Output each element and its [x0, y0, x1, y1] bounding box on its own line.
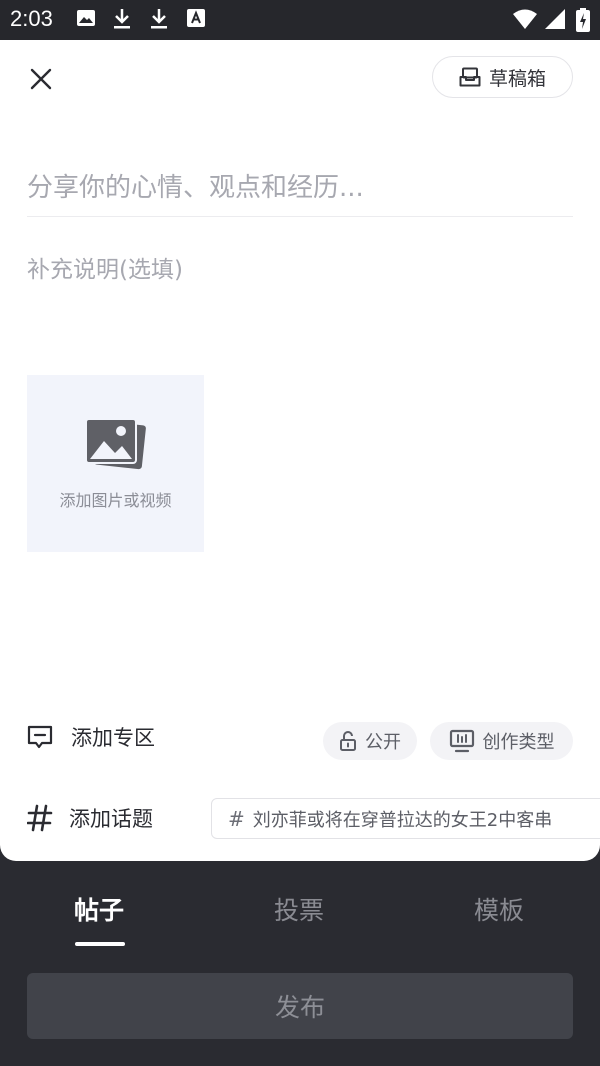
add-zone-label: 添加专区 — [71, 726, 155, 750]
download-icon — [114, 9, 130, 29]
topic-suggestion-text: 刘亦菲或将在穿普拉达的女王2中客串 — [252, 809, 553, 831]
font-icon — [187, 9, 205, 27]
add-image-icon — [84, 418, 146, 470]
add-topic-row[interactable]: 添加话题 — [27, 803, 153, 833]
title-input[interactable] — [27, 158, 573, 218]
add-media-button[interactable]: 添加图片或视频 — [27, 375, 204, 552]
publish-button[interactable]: 发布 — [27, 973, 573, 1039]
description-input[interactable] — [27, 248, 573, 292]
topic-hash-icon: # — [228, 806, 245, 831]
active-tab-indicator — [75, 942, 125, 946]
close-icon — [30, 68, 52, 90]
signal-icon — [545, 9, 565, 29]
status-bar: 2:03 — [0, 0, 600, 40]
drafts-button[interactable]: 草稿箱 — [432, 56, 573, 98]
battery-charging-icon — [576, 8, 590, 32]
add-topic-label: 添加话题 — [69, 807, 153, 831]
monitor-icon — [449, 729, 474, 753]
title-divider — [27, 216, 573, 217]
post-type-tabs: 帖子 投票 模板 — [0, 861, 600, 961]
topic-suggestion-chip[interactable]: # 刘亦菲或将在穿普拉达的女王2中客串 — [211, 798, 600, 839]
tab-vote[interactable]: 投票 — [274, 891, 324, 927]
editor-sheet: 草稿箱 添加图片或视频 添加专区 公开 创 — [0, 40, 600, 861]
download-icon — [151, 9, 167, 29]
visibility-public-chip[interactable]: 公开 — [323, 722, 417, 760]
tab-post[interactable]: 帖子 — [74, 891, 124, 927]
status-time: 2:03 — [10, 6, 53, 31]
close-button[interactable] — [22, 60, 60, 98]
wifi-icon — [513, 9, 537, 29]
hashtag-icon — [27, 804, 53, 832]
zone-chat-icon — [27, 725, 53, 749]
drafts-label: 草稿箱 — [488, 67, 546, 90]
image-icon — [77, 10, 95, 26]
tab-template[interactable]: 模板 — [474, 891, 524, 927]
add-zone-row[interactable]: 添加专区 — [27, 722, 155, 752]
creation-type-chip[interactable]: 创作类型 — [430, 722, 573, 760]
drafts-box-icon — [459, 67, 481, 87]
add-media-label: 添加图片或视频 — [59, 491, 172, 510]
publish-label: 发布 — [274, 993, 325, 1022]
unlock-icon — [340, 731, 356, 751]
creation-type-label: 创作类型 — [482, 732, 555, 753]
visibility-label: 公开 — [365, 732, 401, 753]
